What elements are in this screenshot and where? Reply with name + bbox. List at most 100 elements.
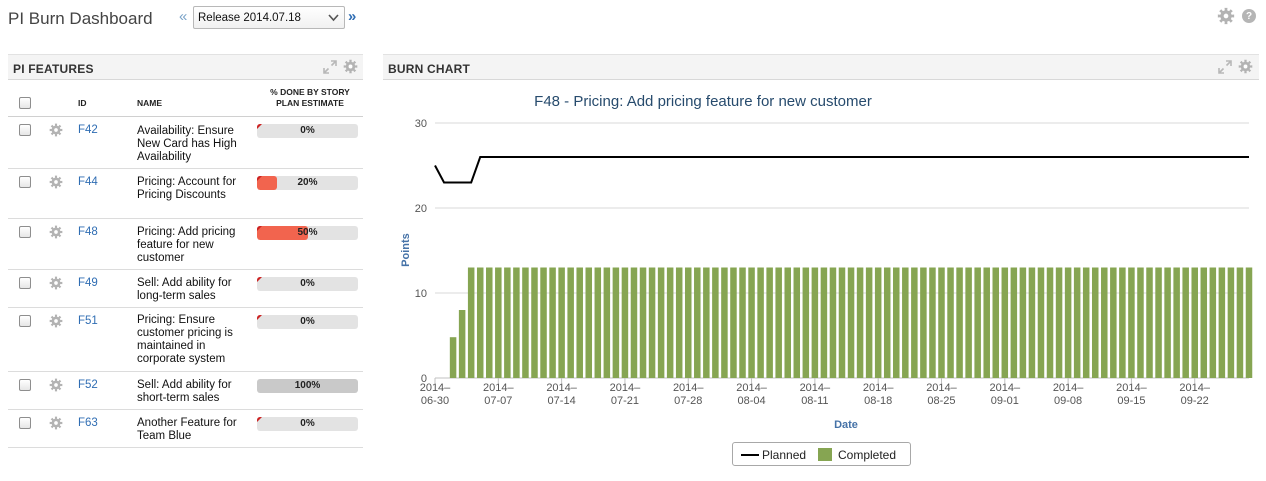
burn-chart-svg: F48 - Pricing: Add pricing feature for n… bbox=[400, 93, 1253, 431]
gear-icon[interactable] bbox=[49, 225, 63, 242]
table-row[interactable]: F51 Pricing: Ensure customer pricing is … bbox=[8, 308, 363, 372]
column-header-percent-done[interactable]: % DONE BY STORY PLAN ESTIMATE bbox=[255, 87, 365, 109]
x-tick-label: 2014– bbox=[926, 382, 957, 394]
table-row[interactable]: F49 Sell: Add ability for long-term sale… bbox=[8, 270, 363, 308]
row-checkbox[interactable] bbox=[19, 277, 31, 289]
gear-icon[interactable] bbox=[49, 378, 63, 395]
feature-id-link[interactable]: F48 bbox=[78, 226, 98, 238]
legend-item-completed[interactable]: Completed bbox=[838, 448, 896, 462]
completed-bar bbox=[838, 267, 846, 378]
completed-bar bbox=[856, 267, 864, 378]
completed-bar bbox=[1227, 267, 1235, 378]
y-tick-label: 20 bbox=[415, 203, 427, 215]
row-checkbox[interactable] bbox=[19, 176, 31, 188]
column-header-id[interactable]: ID bbox=[78, 98, 87, 108]
completed-bar bbox=[1182, 267, 1189, 378]
select-all-checkbox[interactable] bbox=[19, 97, 31, 109]
completed-bar bbox=[522, 267, 529, 378]
help-icon[interactable]: ? bbox=[1242, 9, 1256, 23]
completed-bar bbox=[974, 267, 981, 378]
x-tick-label: 08-25 bbox=[927, 395, 955, 407]
completed-bar bbox=[504, 267, 511, 378]
feature-id-link[interactable]: F42 bbox=[78, 124, 98, 136]
table-row[interactable]: F48 Pricing: Add pricing feature for new… bbox=[8, 219, 363, 270]
completed-bar bbox=[558, 267, 565, 378]
burn-chart-panel-header: BURN CHART bbox=[383, 54, 1259, 80]
feature-id-link[interactable]: F49 bbox=[78, 277, 98, 289]
progress-bar: 0% bbox=[257, 124, 358, 138]
completed-bar bbox=[1082, 267, 1090, 378]
next-release-button[interactable]: » bbox=[348, 8, 356, 25]
completed-bar bbox=[847, 267, 855, 378]
burn-chart-panel-title: BURN CHART bbox=[388, 62, 470, 76]
completed-bar bbox=[603, 267, 611, 378]
completed-bar bbox=[1110, 267, 1117, 378]
x-tick-label: 2014– bbox=[673, 382, 704, 394]
completed-bar bbox=[594, 267, 602, 378]
feature-id-link[interactable]: F63 bbox=[78, 417, 98, 429]
row-checkbox[interactable] bbox=[19, 226, 31, 238]
release-dropdown[interactable]: Release 2014.07.18 bbox=[193, 6, 345, 29]
completed-bar bbox=[893, 267, 900, 378]
gear-icon[interactable] bbox=[49, 416, 63, 433]
planned-legend-swatch bbox=[741, 454, 759, 456]
completed-bar bbox=[712, 267, 719, 378]
feature-id-link[interactable]: F52 bbox=[78, 379, 98, 391]
gear-icon[interactable] bbox=[49, 175, 63, 192]
release-dropdown-value: Release 2014.07.18 bbox=[198, 11, 301, 24]
gear-icon[interactable] bbox=[49, 276, 63, 293]
x-tick-label: 2014– bbox=[1179, 382, 1210, 394]
completed-bar bbox=[1037, 267, 1045, 378]
column-header-name[interactable]: NAME bbox=[137, 98, 162, 108]
completed-bar bbox=[639, 267, 647, 378]
completed-bar bbox=[467, 267, 475, 378]
completed-bar bbox=[449, 337, 457, 378]
expand-icon[interactable] bbox=[1218, 60, 1232, 77]
feature-id-link[interactable]: F44 bbox=[78, 176, 98, 188]
table-row[interactable]: F63 Another Feature for Team Blue 0% bbox=[8, 410, 363, 448]
gear-icon[interactable] bbox=[343, 59, 358, 77]
completed-bar bbox=[684, 267, 692, 378]
row-checkbox[interactable] bbox=[19, 417, 31, 429]
x-tick-label: 09-22 bbox=[1181, 395, 1209, 407]
row-checkbox[interactable] bbox=[19, 379, 31, 391]
row-checkbox[interactable] bbox=[19, 124, 31, 136]
completed-bar bbox=[766, 267, 773, 378]
row-checkbox[interactable] bbox=[19, 315, 31, 327]
gear-icon[interactable] bbox=[49, 123, 63, 140]
completed-bar bbox=[1155, 267, 1162, 378]
completed-bar bbox=[920, 267, 927, 378]
completed-bar bbox=[1191, 267, 1198, 378]
progress-bar: 50% bbox=[257, 226, 358, 240]
progress-bar: 100% bbox=[257, 379, 358, 393]
completed-bar bbox=[1046, 267, 1054, 378]
completed-series bbox=[449, 267, 1253, 378]
app-title: PI Burn Dashboard bbox=[8, 9, 153, 28]
expand-icon[interactable] bbox=[323, 60, 337, 77]
x-tick-label: 2014– bbox=[736, 382, 767, 394]
completed-bar bbox=[1001, 267, 1009, 378]
x-tick-label: 09-15 bbox=[1117, 395, 1145, 407]
table-row[interactable]: F42 Availability: Ensure New Card has Hi… bbox=[8, 117, 363, 169]
previous-release-button[interactable]: « bbox=[179, 8, 187, 25]
legend-item-planned[interactable]: Planned bbox=[762, 448, 806, 462]
completed-bar bbox=[811, 267, 819, 378]
completed-bar bbox=[621, 267, 629, 378]
feature-name: Availability: Ensure New Card has High A… bbox=[137, 125, 237, 163]
gear-icon[interactable] bbox=[49, 314, 63, 331]
gear-icon[interactable] bbox=[1217, 7, 1235, 28]
table-row[interactable]: F44 Pricing: Account for Pricing Discoun… bbox=[8, 169, 363, 219]
progress-label: 0% bbox=[300, 316, 315, 327]
feature-id-link[interactable]: F51 bbox=[78, 315, 98, 327]
x-tick-label: 08-11 bbox=[801, 395, 828, 407]
completed-bar bbox=[576, 267, 583, 378]
completed-bar bbox=[657, 267, 665, 378]
completed-bar bbox=[694, 267, 701, 378]
completed-bar bbox=[531, 267, 538, 378]
gear-icon[interactable] bbox=[1238, 59, 1253, 77]
completed-bar bbox=[567, 267, 574, 378]
table-row[interactable]: F52 Sell: Add ability for short-term sal… bbox=[8, 372, 363, 410]
progress-label: 20% bbox=[297, 177, 318, 188]
completed-bar bbox=[929, 267, 936, 378]
completed-bar bbox=[1010, 267, 1018, 378]
